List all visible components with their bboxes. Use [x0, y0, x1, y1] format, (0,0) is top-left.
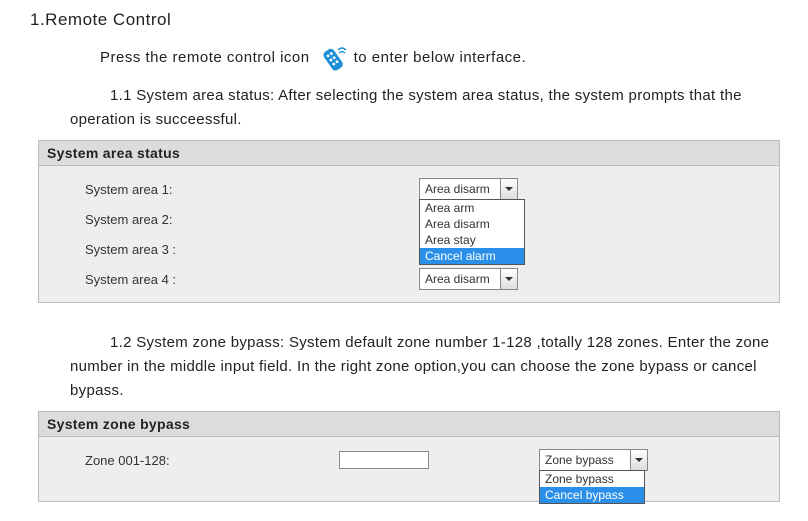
chevron-down-icon — [635, 458, 643, 462]
dropdown-button[interactable] — [500, 269, 517, 289]
dropdown-list: Area arm Area disarm Area stay Cancel al… — [419, 199, 525, 265]
section-heading: 1.Remote Control — [30, 10, 788, 30]
system-area-status-panel: System area status System area 1: Area d… — [38, 140, 780, 303]
zone-bypass-dropdown[interactable]: Zone bypass Zone bypass Cancel bypass — [539, 449, 648, 471]
dropdown-option[interactable]: Area disarm — [420, 216, 524, 232]
system-zone-bypass-panel: System zone bypass Zone 001-128: Zone by… — [38, 411, 780, 502]
panel-body: System area 1: Area disarm Area arm Area… — [39, 166, 779, 302]
row-label: System area 1: — [39, 182, 419, 197]
row-label: System area 3 : — [39, 242, 419, 257]
dropdown-list: Zone bypass Cancel bypass — [539, 470, 645, 504]
system-area-row: System area 2: — [39, 204, 779, 234]
section-1-1-text: 1.1 System area status: After selecting … — [70, 84, 778, 132]
system-area-row: System area 4 : Area disarm — [39, 264, 779, 294]
dropdown-button[interactable] — [630, 450, 647, 470]
intro-line: Press the remote control icon to enter b… — [100, 44, 788, 72]
remote-control-icon — [316, 44, 348, 72]
chevron-down-icon — [505, 187, 513, 191]
dropdown-value: Area disarm — [420, 179, 500, 199]
dropdown-option[interactable]: Cancel bypass — [540, 487, 644, 503]
area4-dropdown[interactable]: Area disarm — [419, 268, 518, 290]
chevron-down-icon — [505, 277, 513, 281]
system-area-row: System area 1: Area disarm Area arm Area… — [39, 174, 779, 204]
area1-dropdown[interactable]: Area disarm Area arm Area disarm Area st… — [419, 178, 518, 200]
intro-after: to enter below interface. — [354, 46, 527, 70]
panel-title: System zone bypass — [39, 412, 779, 437]
dropdown-button[interactable] — [500, 179, 517, 199]
zone-number-input[interactable] — [339, 451, 429, 469]
section-1-2-text: 1.2 System zone bypass: System default z… — [70, 331, 778, 403]
dropdown-value: Area disarm — [420, 269, 500, 289]
row-label: System area 2: — [39, 212, 419, 227]
system-area-row: System area 3 : — [39, 234, 779, 264]
dropdown-value: Zone bypass — [540, 450, 630, 470]
row-label: System area 4 : — [39, 272, 419, 287]
intro-before: Press the remote control icon — [100, 46, 310, 70]
dropdown-option[interactable]: Area stay — [420, 232, 524, 248]
row-label: Zone 001-128: — [39, 453, 339, 468]
panel-body: Zone 001-128: Zone bypass Zone bypass Ca… — [39, 437, 779, 501]
dropdown-option[interactable]: Area arm — [420, 200, 524, 216]
dropdown-option[interactable]: Cancel alarm — [420, 248, 524, 264]
panel-title: System area status — [39, 141, 779, 166]
dropdown-option[interactable]: Zone bypass — [540, 471, 644, 487]
zone-row: Zone 001-128: Zone bypass Zone bypass Ca… — [39, 445, 779, 475]
